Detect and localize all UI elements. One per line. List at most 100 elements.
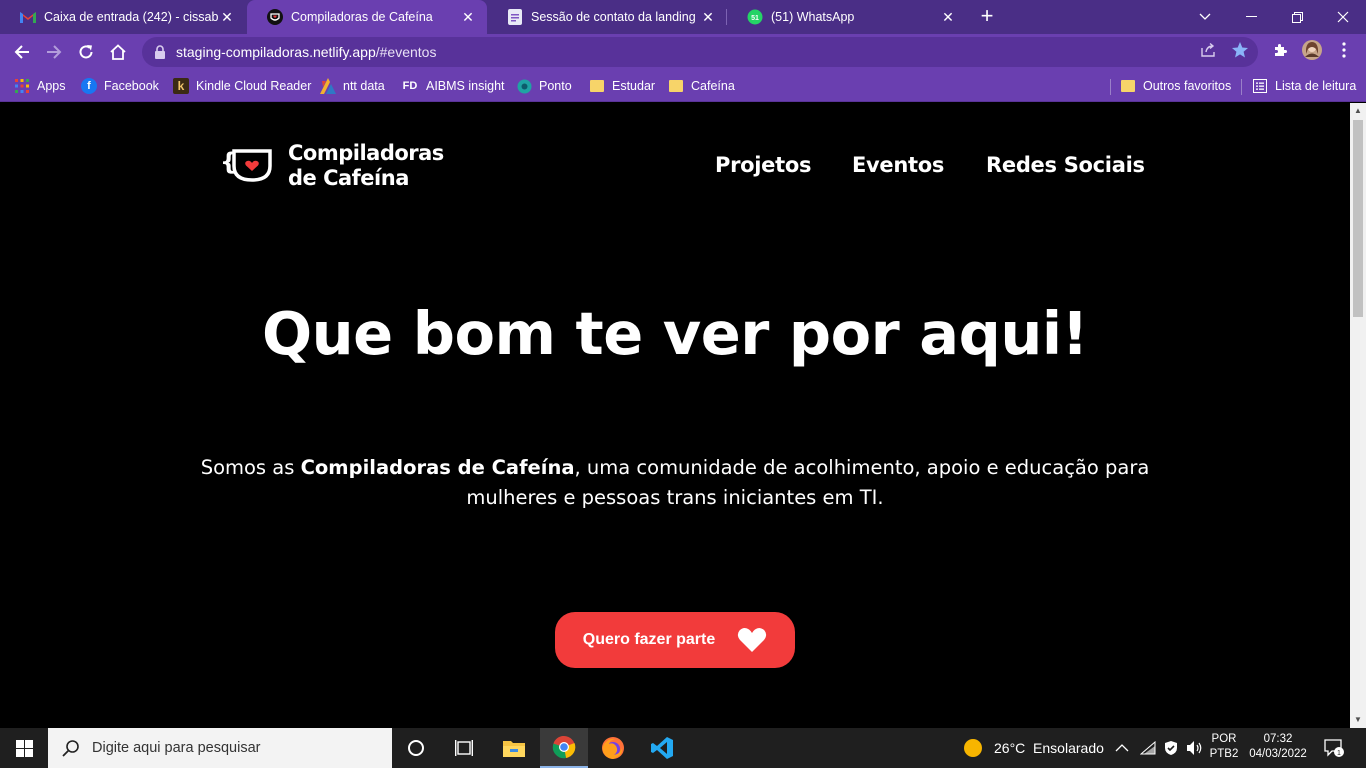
bookmark-apps[interactable]: Apps <box>14 70 66 102</box>
new-tab-button[interactable]: + <box>976 5 998 27</box>
bookmark-label: Cafeína <box>691 79 735 93</box>
sun-icon <box>964 739 982 757</box>
bookmark-ntt-data[interactable]: ntt data <box>320 70 385 102</box>
heart-icon <box>738 627 767 652</box>
bookmark-aibms[interactable]: FD AIBMS insight <box>401 70 505 102</box>
tab-search-chevron-icon[interactable] <box>1182 0 1228 34</box>
nav-link-eventos[interactable]: Eventos <box>852 153 944 177</box>
bookmark-other-favorites[interactable]: Outros favoritos <box>1120 70 1231 102</box>
tab-title: Caixa de entrada (242) - cissabele <box>44 10 218 24</box>
bookmark-folder-cafeina[interactable]: Cafeína <box>668 70 735 102</box>
join-button[interactable]: Quero fazer parte <box>555 612 795 668</box>
tab-compiladoras[interactable]: Compiladoras de Cafeína ✕ <box>247 0 487 34</box>
extensions-icon[interactable] <box>1270 40 1290 60</box>
folder-icon <box>668 78 684 94</box>
bookmark-label: Outros favoritos <box>1143 79 1232 93</box>
bookmark-ponto[interactable]: Ponto <box>516 70 572 102</box>
windows-logo-icon <box>15 739 33 757</box>
lock-icon[interactable] <box>154 45 166 59</box>
notifications-button[interactable]: 1 <box>1324 728 1344 768</box>
back-button[interactable] <box>10 40 34 64</box>
search-icon <box>62 740 79 757</box>
bookmark-label: Estudar <box>612 79 656 93</box>
tab-docs[interactable]: Sessão de contato da landing pa ✕ <box>487 0 727 34</box>
tab-whatsapp[interactable]: 51 (51) WhatsApp ✕ <box>727 0 967 34</box>
taskbar-search-box[interactable]: Digite aqui para pesquisar <box>48 728 392 768</box>
bookmark-facebook[interactable]: f Facebook <box>81 70 159 102</box>
close-icon[interactable]: ✕ <box>699 9 717 26</box>
nav-link-projetos[interactable]: Projetos <box>715 153 811 177</box>
minimize-button[interactable] <box>1228 0 1274 34</box>
weather-widget[interactable]: 26°C Ensolarado <box>963 728 1104 768</box>
nav-link-redes-sociais[interactable]: Redes Sociais <box>986 153 1145 177</box>
close-icon[interactable]: ✕ <box>218 9 236 26</box>
bookmark-label: Facebook <box>104 79 159 93</box>
address-bar[interactable]: staging-compiladoras.netlify.app/#evento… <box>142 37 1258 67</box>
wifi-icon[interactable] <box>1140 728 1156 768</box>
start-button[interactable] <box>0 728 48 768</box>
bookmark-label: ntt data <box>343 79 385 93</box>
url-path: /#eventos <box>375 44 437 60</box>
scroll-thumb[interactable] <box>1353 120 1363 317</box>
file-explorer-button[interactable] <box>490 728 538 768</box>
folder-icon <box>589 78 605 94</box>
task-view-icon <box>455 740 473 756</box>
url-text: staging-compiladoras.netlify.app/#evento… <box>176 44 436 60</box>
tray-overflow-chevron-icon[interactable] <box>1115 728 1129 768</box>
logo-line1: Compiladoras <box>288 141 444 165</box>
security-shield-icon[interactable] <box>1163 728 1179 768</box>
browser-toolbar: staging-compiladoras.netlify.app/#evento… <box>0 34 1366 70</box>
keyboard-layout: PTB2 <box>1209 748 1239 760</box>
bookmark-star-icon[interactable] <box>1230 40 1250 60</box>
close-icon[interactable]: ✕ <box>459 9 477 26</box>
home-button[interactable] <box>106 40 130 64</box>
cortana-button[interactable] <box>392 728 440 768</box>
compiladoras-icon <box>267 9 283 25</box>
scroll-up-arrow-icon[interactable]: ▲ <box>1350 103 1366 119</box>
firefox-taskbar-button[interactable] <box>589 728 637 768</box>
notification-center-icon: 1 <box>1324 739 1344 757</box>
page-scrollbar[interactable]: ▲ ▼ <box>1350 103 1366 728</box>
menu-kebab-icon[interactable] <box>1334 40 1354 60</box>
bookmarks-divider <box>1241 79 1242 95</box>
volume-icon[interactable] <box>1186 728 1204 768</box>
logo-cup-heart-icon: { <box>220 148 272 182</box>
cortana-circle-icon <box>408 740 424 756</box>
folder-icon <box>1120 78 1136 94</box>
hero-text-start: Somos as <box>200 456 301 479</box>
bookmarks-divider <box>1110 79 1111 95</box>
task-view-button[interactable] <box>440 728 488 768</box>
bookmark-label: Ponto <box>539 79 572 93</box>
bookmarks-bar: Apps f Facebook k Kindle Cloud Reader nt… <box>0 70 1366 102</box>
notification-count: 1 <box>1337 750 1341 757</box>
profile-avatar[interactable] <box>1302 40 1322 60</box>
clock[interactable]: 07:32 04/03/2022 <box>1243 732 1313 762</box>
reading-list[interactable]: Lista de leitura <box>1252 70 1356 102</box>
reload-button[interactable] <box>74 40 98 64</box>
join-button-label: Quero fazer parte <box>582 631 716 648</box>
bookmark-folder-estudar[interactable]: Estudar <box>589 70 655 102</box>
restore-button[interactable] <box>1274 0 1320 34</box>
bookmark-kindle[interactable]: k Kindle Cloud Reader <box>173 70 311 102</box>
close-window-button[interactable] <box>1320 0 1366 34</box>
close-icon[interactable]: ✕ <box>939 9 957 26</box>
clock-time: 07:32 <box>1263 733 1293 745</box>
apps-grid-icon <box>14 78 30 94</box>
forward-button[interactable] <box>42 40 66 64</box>
tab-title: (51) WhatsApp <box>771 10 855 24</box>
web-page: { Compiladoras de Cafeína Projetos Event… <box>0 103 1350 728</box>
scroll-down-arrow-icon[interactable]: ▼ <box>1350 712 1366 728</box>
vscode-taskbar-button[interactable] <box>638 728 686 768</box>
input-language[interactable]: POR PTB2 <box>1208 732 1240 762</box>
tab-strip: Caixa de entrada (242) - cissabele ✕ Com… <box>0 0 1366 34</box>
windows-taskbar: Digite aqui para pesquisar 26°C Ensolara… <box>0 728 1366 768</box>
tab-gmail[interactable]: Caixa de entrada (242) - cissabele ✕ <box>0 0 246 34</box>
logo-line2: de Cafeína <box>288 166 409 190</box>
share-icon[interactable] <box>1198 40 1218 60</box>
url-host: staging-compiladoras.netlify.app <box>176 44 376 60</box>
firefox-icon <box>602 737 624 759</box>
chrome-taskbar-button[interactable] <box>540 728 588 768</box>
site-logo[interactable]: { Compiladoras de Cafeína <box>220 141 444 191</box>
hero-title: Que bom te ver por aqui! <box>262 299 1088 368</box>
ponto-icon <box>516 78 532 94</box>
